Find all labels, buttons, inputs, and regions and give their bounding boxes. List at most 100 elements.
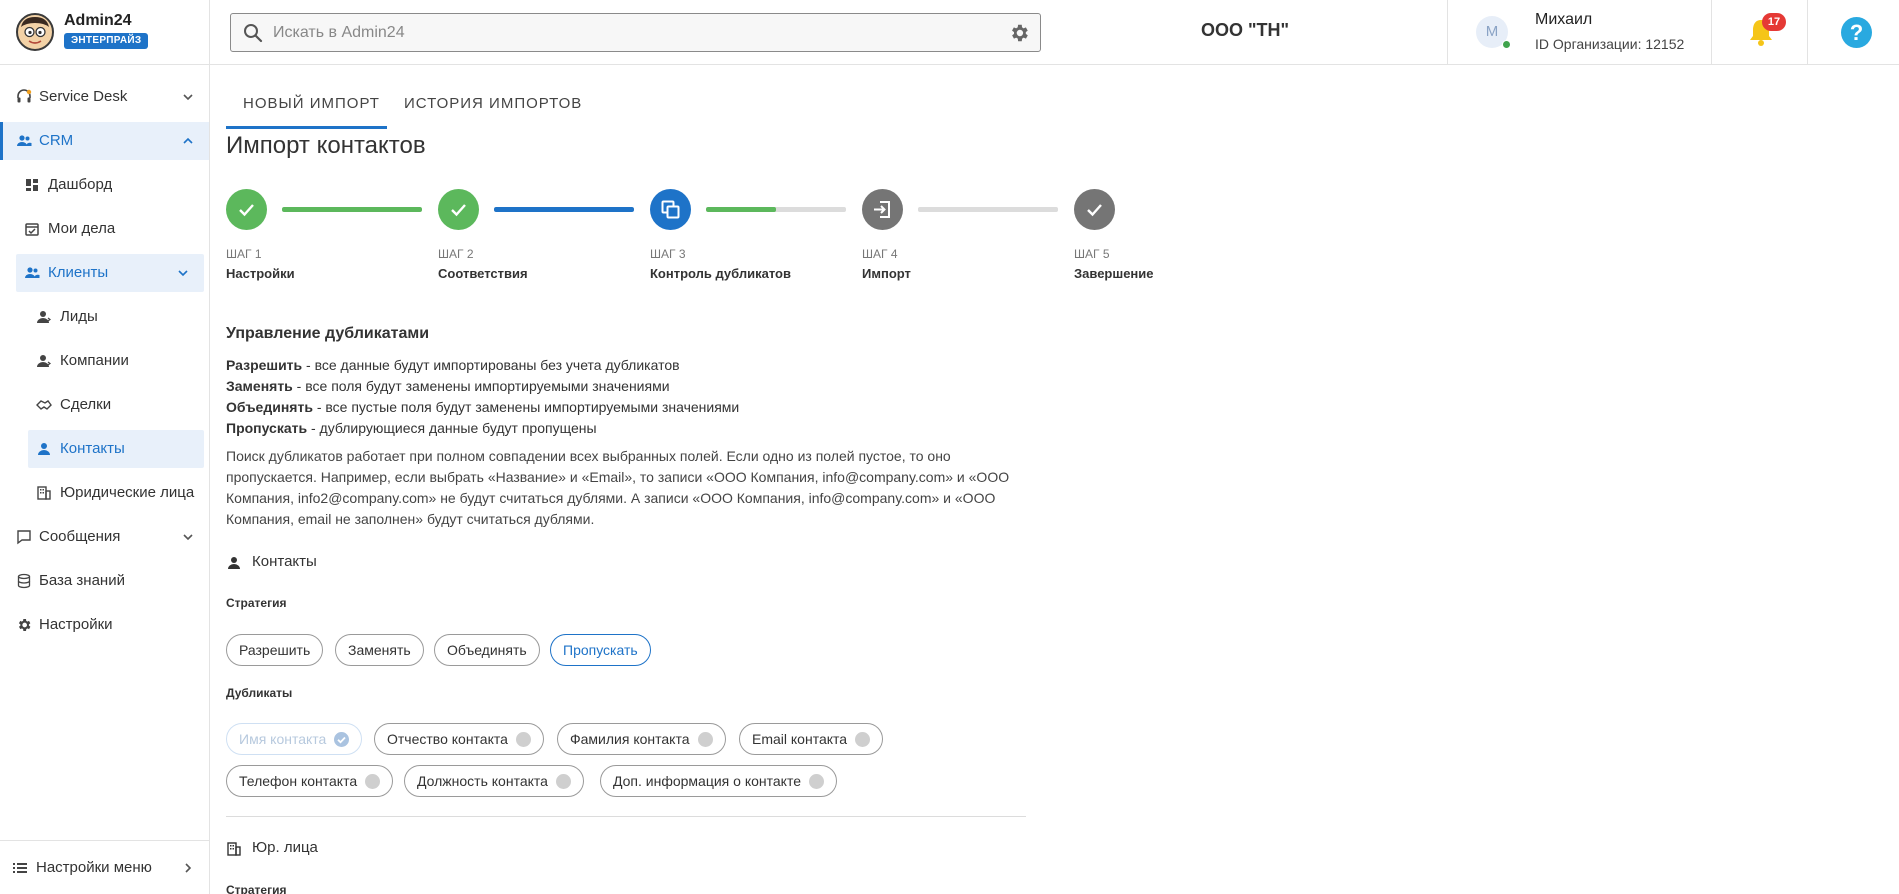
chip-label: Email контакта [752,731,848,747]
user-name: Михаил [1535,11,1593,28]
person-icon [38,443,50,455]
legal-entities-title-text: Юр. лица [252,839,318,856]
notification-count-badge: 17 [1762,13,1786,31]
user-profile[interactable]: М Михаил ID Организации: 12152 [1447,0,1712,65]
unchecked-circle-icon [855,731,871,747]
strategy-skip-chip[interactable]: Пропускать [550,634,651,666]
step-3-label: Контроль дубликатов [650,266,791,281]
step-3-progress-bar [706,207,846,212]
unchecked-circle-icon [809,773,824,789]
step-4-label: Импорт [862,266,911,281]
chevron-down-icon [183,534,193,541]
chevron-down-icon [178,270,188,277]
chevron-right-icon [185,863,192,873]
notifications-button[interactable]: 17 [1712,0,1808,65]
online-status-indicator [1502,40,1511,49]
strategy-allow-chip[interactable]: Разрешить [226,634,324,666]
definition-skip: Пропускать - дублирующиеся данные будут … [226,420,597,436]
sidebar-item-service-desk[interactable]: Service Desk [0,78,209,116]
unchecked-circle-icon [697,731,713,747]
check-icon [1087,204,1102,217]
field-position-chip[interactable]: Должность контакта [404,765,584,797]
chevron-up-icon [183,137,193,144]
step-3-number: ШАГ 3 [650,247,686,261]
page-title: Импорт контактов [226,132,426,159]
top-header: Admin24 ЭНТЕРПРАЙЗ ООО "ТН" М Михаил ID … [0,0,1899,65]
sidebar-item-label: CRM [39,132,74,149]
unchecked-circle-icon [515,731,531,747]
legal-strategy-label: Стратегия [226,883,287,894]
person-icon [37,355,51,367]
chip-label: Должность контакта [417,773,548,789]
step-1-progress-bar [282,207,422,212]
organization-title[interactable]: ООО "ТН" [1100,20,1390,41]
strategy-label: Стратегия [226,596,287,610]
active-tab-indicator [226,126,387,129]
step-2-indicator [438,189,479,230]
sidebar-item-companies[interactable]: Компании [0,342,209,380]
brand-logo[interactable]: Admin24 ЭНТЕРПРАЙЗ [0,0,210,65]
search-bar [230,13,1041,52]
sidebar-item-label: Юридические лица [60,484,195,501]
step-5-indicator [1074,189,1115,230]
handshake-icon [36,400,52,410]
sidebar-item-label: База знаний [39,572,125,589]
step-2-progress-fill [494,207,634,212]
unchecked-circle-icon [365,773,381,789]
sidebar-item-messages[interactable]: Сообщения [0,518,209,556]
chip-label: Отчество контакта [387,731,508,747]
check-icon [239,204,254,217]
definition-term: Пропускать [226,420,308,436]
field-last-name-chip[interactable]: Фамилия контакта [557,723,726,755]
step-3-indicator [650,189,691,230]
sidebar-item-dashboard[interactable]: Дашборд [0,166,209,204]
step-4-number: ШАГ 4 [862,247,898,261]
sidebar-item-leads[interactable]: Лиды [0,298,209,336]
sidebar-item-clients[interactable]: Клиенты [16,254,204,292]
calendar-check-icon [25,223,39,236]
definition-text: - дублирующиеся данные будут пропущены [307,420,597,436]
search-input[interactable] [273,14,973,51]
strategy-replace-chip[interactable]: Заменять [335,634,424,666]
brand-mascot-icon [16,13,54,51]
definition-allow: Разрешить - все данные будут импортирова… [226,357,680,373]
field-middle-name-chip[interactable]: Отчество контакта [374,723,544,755]
sidebar-item-knowledge-base[interactable]: База знаний [0,562,209,600]
person-icon [37,311,51,323]
sidebar-item-label: Мои дела [48,220,116,237]
sidebar-item-label: Service Desk [39,88,128,105]
sidebar-item-crm[interactable]: CRM [0,122,209,160]
sidebar-item-legal-entities[interactable]: Юридические лица [0,474,209,512]
tab-new-import[interactable]: НОВЫЙ ИМПОРТ [243,95,380,112]
sidebar-item-my-tasks[interactable]: Мои дела [0,210,209,248]
brand-name: Admin24 [64,12,132,29]
sidebar: Service Desk CRM Дашборд Мои дела Клиент… [0,65,210,894]
search-settings-gear-icon[interactable] [1008,22,1030,44]
chip-label: Имя контакта [239,731,327,747]
sidebar-item-label: Настройки [39,616,113,633]
sidebar-item-contacts[interactable]: Контакты [28,430,204,468]
tab-import-history[interactable]: ИСТОРИЯ ИМПОРТОВ [404,95,582,112]
sidebar-item-deals[interactable]: Сделки [0,386,209,424]
field-extra-info-chip[interactable]: Доп. информация о контакте [600,765,837,797]
unchecked-circle-icon [555,773,571,789]
chat-icon [17,530,31,545]
person-icon [228,557,240,569]
definition-text: - все данные будут импортированы без уче… [302,357,680,373]
step-4-progress-bar [918,207,1058,212]
duplicate-copy-icon [661,200,680,219]
duplicates-description: Поиск дубликатов работает при полном сов… [226,448,1010,527]
definition-term: Объединять [226,399,313,415]
field-phone-chip[interactable]: Телефон контакта [226,765,394,797]
menu-settings-button[interactable]: Настройки меню [0,840,209,894]
database-icon [17,573,31,589]
chip-label: Доп. информация о контакте [613,773,801,789]
list-icon [13,863,27,873]
sidebar-item-label: Клиенты [48,264,109,281]
help-icon[interactable]: ? [1841,17,1872,48]
sidebar-item-label: Компании [60,352,129,369]
sidebar-item-settings[interactable]: Настройки [0,606,209,644]
strategy-merge-chip[interactable]: Объединять [434,634,540,666]
sidebar-item-label: Сообщения [39,528,121,545]
field-email-chip[interactable]: Email контакта [739,723,884,755]
